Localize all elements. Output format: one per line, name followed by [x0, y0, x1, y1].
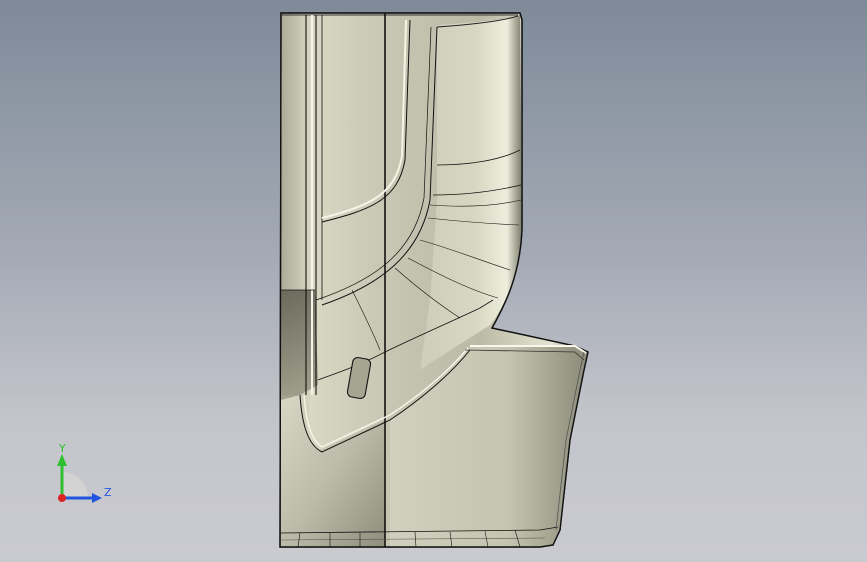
graphics-viewport[interactable]: Y Z [0, 0, 867, 562]
z-axis-label: Z [104, 486, 112, 499]
y-axis-label: Y [58, 442, 66, 455]
model-view[interactable] [0, 0, 867, 562]
coordinate-triad: Y Z [57, 442, 112, 503]
triad-plane [62, 472, 88, 498]
y-arrow-icon [57, 454, 67, 466]
z-arrow-icon [92, 493, 102, 503]
x-axis-icon [58, 494, 66, 502]
